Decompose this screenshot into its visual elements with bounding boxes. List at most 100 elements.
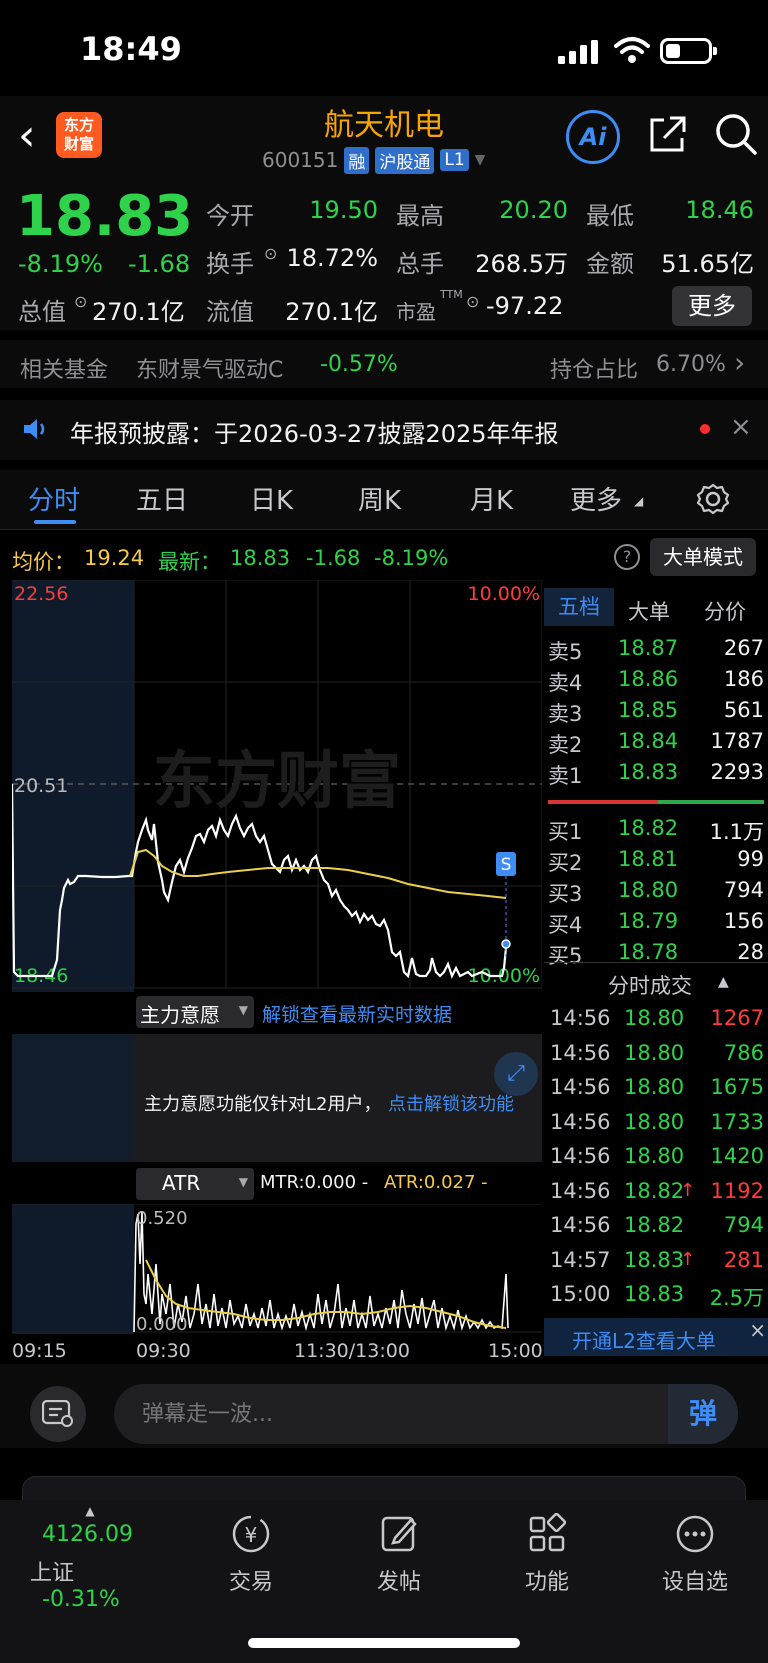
unread-dot (700, 424, 710, 434)
bid-level-label: 买2 (548, 851, 583, 875)
tab-five-day[interactable]: 五日 (136, 480, 188, 517)
pct-max-label: 10.00% (468, 583, 540, 605)
amount-value: 51.65亿 (661, 250, 754, 278)
ask-level-volume: 1787 (710, 729, 764, 753)
help-icon[interactable]: ? (614, 544, 640, 570)
info-icon[interactable]: ⊙ (74, 292, 87, 311)
danmaku-settings-icon[interactable] (30, 1386, 86, 1442)
search-icon[interactable] (714, 112, 758, 156)
connect-tag: 沪股通 (375, 146, 435, 174)
ask-level-row[interactable]: 卖1 18.83 2293 (544, 756, 768, 788)
latest-percent: -8.19% (374, 546, 449, 570)
margin-tag: 融 (344, 146, 370, 174)
fund-name[interactable]: 东财景气驱动C (136, 352, 283, 384)
tab-trade[interactable]: ¥ 交易 (196, 1512, 306, 1596)
index-ticker[interactable]: ▲ 4126.09 上证 -0.31% (30, 1504, 160, 1612)
tab-underline (34, 520, 76, 524)
intraday-price-chart[interactable]: 东方财富 22.56 10.00% 20.51 18.46 10.00% S (12, 580, 542, 992)
bid-level-row[interactable]: 买1 18.82 1.1万 (544, 812, 768, 844)
big-order-mode-button[interactable]: 大单模式 (650, 538, 756, 576)
tab-functions[interactable]: 功能 (492, 1512, 602, 1596)
trade-time: 14:56 (550, 1075, 611, 1099)
trades-title[interactable]: 分时成交 (608, 970, 692, 1000)
tab-watchlist[interactable]: 设自选 (640, 1512, 750, 1596)
avg-price-label: 均价： (12, 550, 75, 574)
bid-level-row[interactable]: 买3 18.80 794 (544, 874, 768, 906)
level-tag: L1 (440, 149, 469, 171)
dropdown-arrow-icon: ▼ (238, 1003, 248, 1017)
trade-price: 18.80 (624, 1006, 685, 1030)
more-button[interactable]: 更多 (672, 286, 752, 326)
related-fund-label: 相关基金 (20, 358, 109, 383)
x-label-open: 09:15 (12, 1340, 67, 1362)
ask-level-row[interactable]: 卖3 18.85 561 (544, 694, 768, 726)
ask-level-price: 18.84 (618, 729, 679, 753)
trade-volume: 1675 (710, 1075, 764, 1099)
chevron-right-icon[interactable]: › (734, 346, 745, 379)
bid-level-row[interactable]: 买2 18.81 99 (544, 843, 768, 875)
l2-banner-text[interactable]: 开通L2查看大单 (572, 1325, 716, 1354)
atr-selector[interactable]: ATR ▼ (136, 1168, 254, 1200)
edit-icon (344, 1512, 454, 1556)
share-icon[interactable] (646, 114, 688, 156)
announcement-text[interactable]: 年报预披露：于2026-03-27披露2025年年报 (70, 414, 559, 449)
ask-level-row[interactable]: 卖5 18.87 267 (544, 632, 768, 664)
bid-level-row[interactable]: 买5 18.78 28 (544, 936, 768, 968)
unlock-realtime-link[interactable]: 解锁查看最新实时数据 (262, 1000, 452, 1027)
info-icon[interactable]: ⊙ (264, 244, 277, 263)
l2-unlock-link[interactable]: 点击解锁该功能 (388, 1090, 514, 1116)
close-icon[interactable]: × (730, 412, 752, 442)
tab-daily-k[interactable]: 日K (250, 480, 293, 517)
latest-change: -1.68 (306, 546, 361, 570)
bid-level-volume: 1.1万 (709, 820, 764, 844)
change-percent: -8.19% (18, 250, 103, 278)
stock-code-row[interactable]: 600151 融 沪股通 L1 ▼ (262, 146, 485, 174)
ask-level-volume: 186 (723, 667, 764, 691)
speaker-icon (24, 419, 45, 439)
tab-weekly-k[interactable]: 周K (358, 480, 401, 517)
turnover-label: 换手 (206, 250, 254, 278)
main-force-selector[interactable]: 主力意愿 ▼ (136, 996, 254, 1028)
chevron-down-icon[interactable]: ▼ (475, 152, 486, 168)
float-cap-label: 流值 (206, 298, 254, 326)
tab-intraday[interactable]: 分时 (28, 480, 80, 517)
tab-post[interactable]: 发帖 (344, 1512, 454, 1596)
tab-monthly-k[interactable]: 月K (470, 480, 513, 517)
close-icon[interactable]: × (749, 1318, 766, 1342)
atr-chart[interactable]: 0.520 0.000 (12, 1204, 542, 1334)
dropdown-arrow-icon: ▼ (238, 1175, 248, 1189)
comment-input[interactable] (114, 1384, 738, 1444)
ask-level-price: 18.86 (618, 667, 679, 691)
trade-price: 18.80 (624, 1075, 685, 1099)
chart-watermark: 东方财富 (153, 744, 401, 817)
ask-level-price: 18.85 (618, 698, 679, 722)
tab-more[interactable]: 更多 (570, 480, 622, 517)
l2-banner[interactable]: 开通L2查看大单 × (544, 1318, 768, 1356)
bid-level-volume: 794 (723, 878, 764, 902)
trade-row: 14:56 18.80 1420 (544, 1140, 768, 1172)
trade-price: 18.80 (624, 1144, 685, 1168)
ask-level-row[interactable]: 卖4 18.86 186 (544, 663, 768, 695)
trade-icon: ¥ (196, 1512, 306, 1556)
ask-level-row[interactable]: 卖2 18.84 1787 (544, 725, 768, 757)
turnover-value: 18.72% (286, 244, 378, 272)
tab-five-level[interactable]: 五档 (544, 588, 614, 626)
tab-big-order[interactable]: 大单 (628, 596, 670, 626)
bid-level-row[interactable]: 买4 18.79 156 (544, 905, 768, 937)
pe-ttm-sup: TTM (440, 288, 463, 301)
trade-row: 14:56 18.82 ↑ 1192 (544, 1175, 768, 1207)
bid-level-volume: 28 (737, 940, 764, 964)
high-label: 最高 (396, 202, 444, 230)
volume-value: 268.5万 (475, 250, 568, 278)
expand-icon[interactable]: ⤢ (494, 1052, 538, 1096)
bid-level-price: 18.81 (618, 847, 679, 871)
ai-assistant-button[interactable]: Ai (566, 110, 620, 164)
info-icon[interactable]: ⊙ (466, 292, 479, 311)
trade-volume: 1267 (710, 1006, 764, 1030)
depth-tabs: 五档 大单 分价 (544, 588, 768, 626)
ask-level-label: 卖5 (548, 640, 583, 664)
bid-level-price: 18.80 (618, 878, 679, 902)
tab-price-distribution[interactable]: 分价 (704, 596, 746, 626)
gear-icon[interactable] (696, 482, 730, 516)
danmaku-send-button[interactable]: 弹 (668, 1384, 738, 1444)
